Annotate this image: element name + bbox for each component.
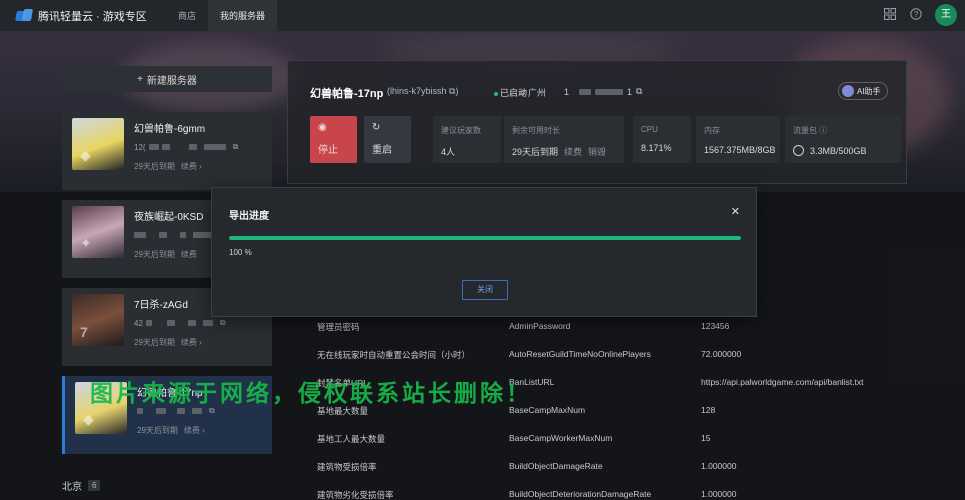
progress-bar-fill bbox=[229, 236, 741, 240]
server-title: 幻兽帕鲁-17np bbox=[310, 88, 384, 100]
server-expiry: 29天后到期 bbox=[137, 426, 178, 435]
server-ip: 42 ⧉ bbox=[134, 318, 226, 328]
server-expiry: 29天后到期 bbox=[134, 338, 175, 347]
top-bar: 腾讯轻量云 · 游戏专区 商店 我的服务器 ? 王 bbox=[0, 0, 965, 32]
stop-button[interactable]: ◉ 停止 bbox=[310, 116, 357, 163]
region-group[interactable]: 北京 6 bbox=[62, 478, 101, 493]
progress-text: 100 % bbox=[229, 248, 252, 257]
server-card[interactable]: ◆ 幻兽帕鲁-6gmm 12( ⧉ 29天后到期 续费 › bbox=[62, 112, 272, 190]
copy-icon[interactable]: ⧉ bbox=[449, 86, 455, 96]
table-row[interactable]: 无在线玩家时自动重置公会时间（小时） AutoResetGuildTimeNoO… bbox=[287, 339, 907, 367]
chevron-right-icon: › bbox=[199, 338, 202, 347]
server-expiry: 29天后到期 bbox=[134, 250, 175, 259]
copy-icon[interactable]: ⧉ bbox=[220, 318, 226, 328]
stat-traffic: 流量包 ⓘ 3.3MB/500GB bbox=[785, 116, 901, 163]
server-name: 幻兽帕鲁-6gmm bbox=[134, 124, 206, 135]
server-detail-panel: 幻兽帕鲁-17np (lhins-k7ybissh ⧉) 已启动 ⌾ 广州 1 … bbox=[287, 60, 907, 184]
renew-link[interactable]: 续费 bbox=[184, 426, 200, 435]
server-thumbnail: 7 bbox=[72, 294, 124, 346]
svg-text:?: ? bbox=[914, 10, 919, 19]
stop-icon: ◉ bbox=[318, 122, 327, 133]
server-expiry: 29天后到期 bbox=[134, 162, 175, 171]
brand-logo[interactable]: 腾讯轻量云 · 游戏专区 bbox=[0, 8, 166, 24]
stat-cpu: CPU 8.171% bbox=[633, 116, 691, 163]
destroy-link[interactable]: 销毁 bbox=[588, 145, 606, 158]
table-row[interactable]: 建筑物受损倍率 BuildObjectDamageRate 1.000000 bbox=[287, 451, 907, 479]
info-icon[interactable]: ⓘ bbox=[819, 126, 827, 135]
watermark-text: 图片来源于网络，侵权联系站长删除！ bbox=[90, 380, 532, 406]
tencent-cloud-logo-icon bbox=[15, 8, 34, 23]
tab-my-servers[interactable]: 我的服务器 bbox=[208, 0, 278, 32]
help-icon[interactable]: ? bbox=[909, 8, 923, 22]
copy-icon[interactable]: ⧉ bbox=[636, 86, 642, 97]
renew-link[interactable]: 续费 bbox=[564, 145, 582, 158]
server-thumbnail: ✦ bbox=[72, 206, 124, 258]
stat-players: 建议玩家数 4人 bbox=[433, 116, 501, 163]
server-ip: 12( ⧉ bbox=[134, 142, 239, 152]
ai-assistant-icon bbox=[842, 85, 854, 97]
instance-id: (lhins-k7ybissh ⧉) bbox=[387, 86, 459, 96]
table-row[interactable]: 基地工人最大数量 BaseCampWorkerMaxNum 15 bbox=[287, 423, 907, 451]
renew-link[interactable]: 续费 bbox=[181, 338, 197, 347]
progress-bar bbox=[229, 236, 741, 240]
tab-store[interactable]: 商店 bbox=[166, 0, 208, 32]
location: ⌾ 广州 bbox=[520, 88, 546, 98]
new-server-button[interactable]: + 新建服务器 bbox=[62, 66, 272, 92]
avatar[interactable]: 王 bbox=[935, 4, 957, 26]
grid-icon[interactable] bbox=[883, 8, 897, 22]
region-label: 北京 bbox=[62, 482, 82, 493]
traffic-ring-icon bbox=[793, 145, 804, 156]
copy-icon[interactable]: ⧉ bbox=[233, 142, 239, 152]
brand-name: 腾讯轻量云 · 游戏专区 bbox=[38, 10, 147, 23]
server-sidebar: + 新建服务器 bbox=[62, 66, 272, 92]
close-icon[interactable]: ✕ bbox=[731, 207, 740, 218]
stat-remaining-time: 剩余可用时长 29天后到期 续费 销毁 bbox=[504, 116, 624, 163]
new-server-label: 新建服务器 bbox=[146, 75, 197, 87]
restart-button[interactable]: ↻ 重启 bbox=[364, 116, 411, 163]
stat-memory: 内存 1567.375MB/8GB bbox=[696, 116, 780, 163]
renew-link[interactable]: 续费 bbox=[181, 250, 197, 259]
refresh-icon: ↻ bbox=[372, 122, 381, 133]
ai-assistant-button[interactable]: AI助手 bbox=[838, 82, 888, 100]
renew-link[interactable]: 续费 bbox=[181, 162, 197, 171]
region-count-badge: 6 bbox=[88, 480, 101, 491]
table-row[interactable]: 建筑物劣化受损倍率 BuildObjectDeteriorationDamage… bbox=[287, 479, 907, 500]
server-ip: 1 1 ⧉ bbox=[564, 86, 643, 97]
close-button[interactable]: 关闭 bbox=[462, 280, 508, 300]
export-progress-dialog: 导出进度 ✕ 100 % 关闭 bbox=[211, 187, 757, 317]
chevron-right-icon: › bbox=[202, 426, 205, 435]
location-pin-icon: ⌾ bbox=[520, 88, 526, 98]
dialog-title: 导出进度 bbox=[229, 211, 269, 222]
server-thumbnail: ◆ bbox=[72, 118, 124, 170]
plus-icon: + bbox=[137, 73, 143, 85]
chevron-right-icon: › bbox=[199, 162, 202, 171]
